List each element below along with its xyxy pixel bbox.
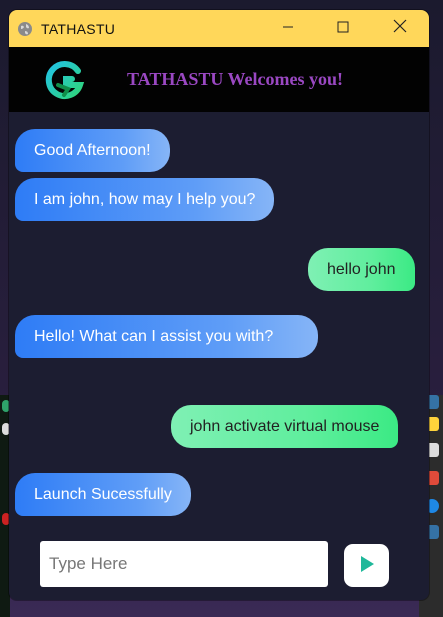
send-button[interactable] [344, 544, 389, 587]
bot-message: Good Afternoon! [15, 129, 170, 172]
maximize-icon [337, 20, 349, 38]
app-header: TATHASTU Welcomes you! [9, 47, 429, 112]
window-title: TATHASTU [41, 20, 116, 37]
chat-window: TATHASTU TATHASTU Welcomes you! Good Aft… [9, 10, 429, 600]
user-message: hello john [308, 248, 415, 291]
minimize-button[interactable] [265, 10, 311, 47]
welcome-heading: TATHASTU Welcomes you! [127, 69, 344, 89]
g-logo-icon [42, 59, 86, 103]
user-message: john activate virtual mouse [171, 405, 399, 448]
bot-message: Hello! What can I assist you with? [15, 315, 318, 358]
chat-messages: Good Afternoon! I am john, how may I hel… [9, 112, 429, 530]
message-input[interactable] [40, 541, 328, 587]
minimize-icon [282, 20, 294, 38]
title-bar[interactable]: TATHASTU [9, 10, 429, 47]
play-send-icon [359, 555, 375, 576]
globe-icon [17, 21, 33, 37]
bot-message: I am john, how may I help you? [15, 178, 275, 221]
close-icon [393, 19, 407, 38]
maximize-button[interactable] [320, 10, 366, 47]
close-button[interactable] [377, 10, 423, 47]
message-composer [9, 530, 429, 600]
bot-message: Launch Sucessfully [15, 473, 191, 516]
